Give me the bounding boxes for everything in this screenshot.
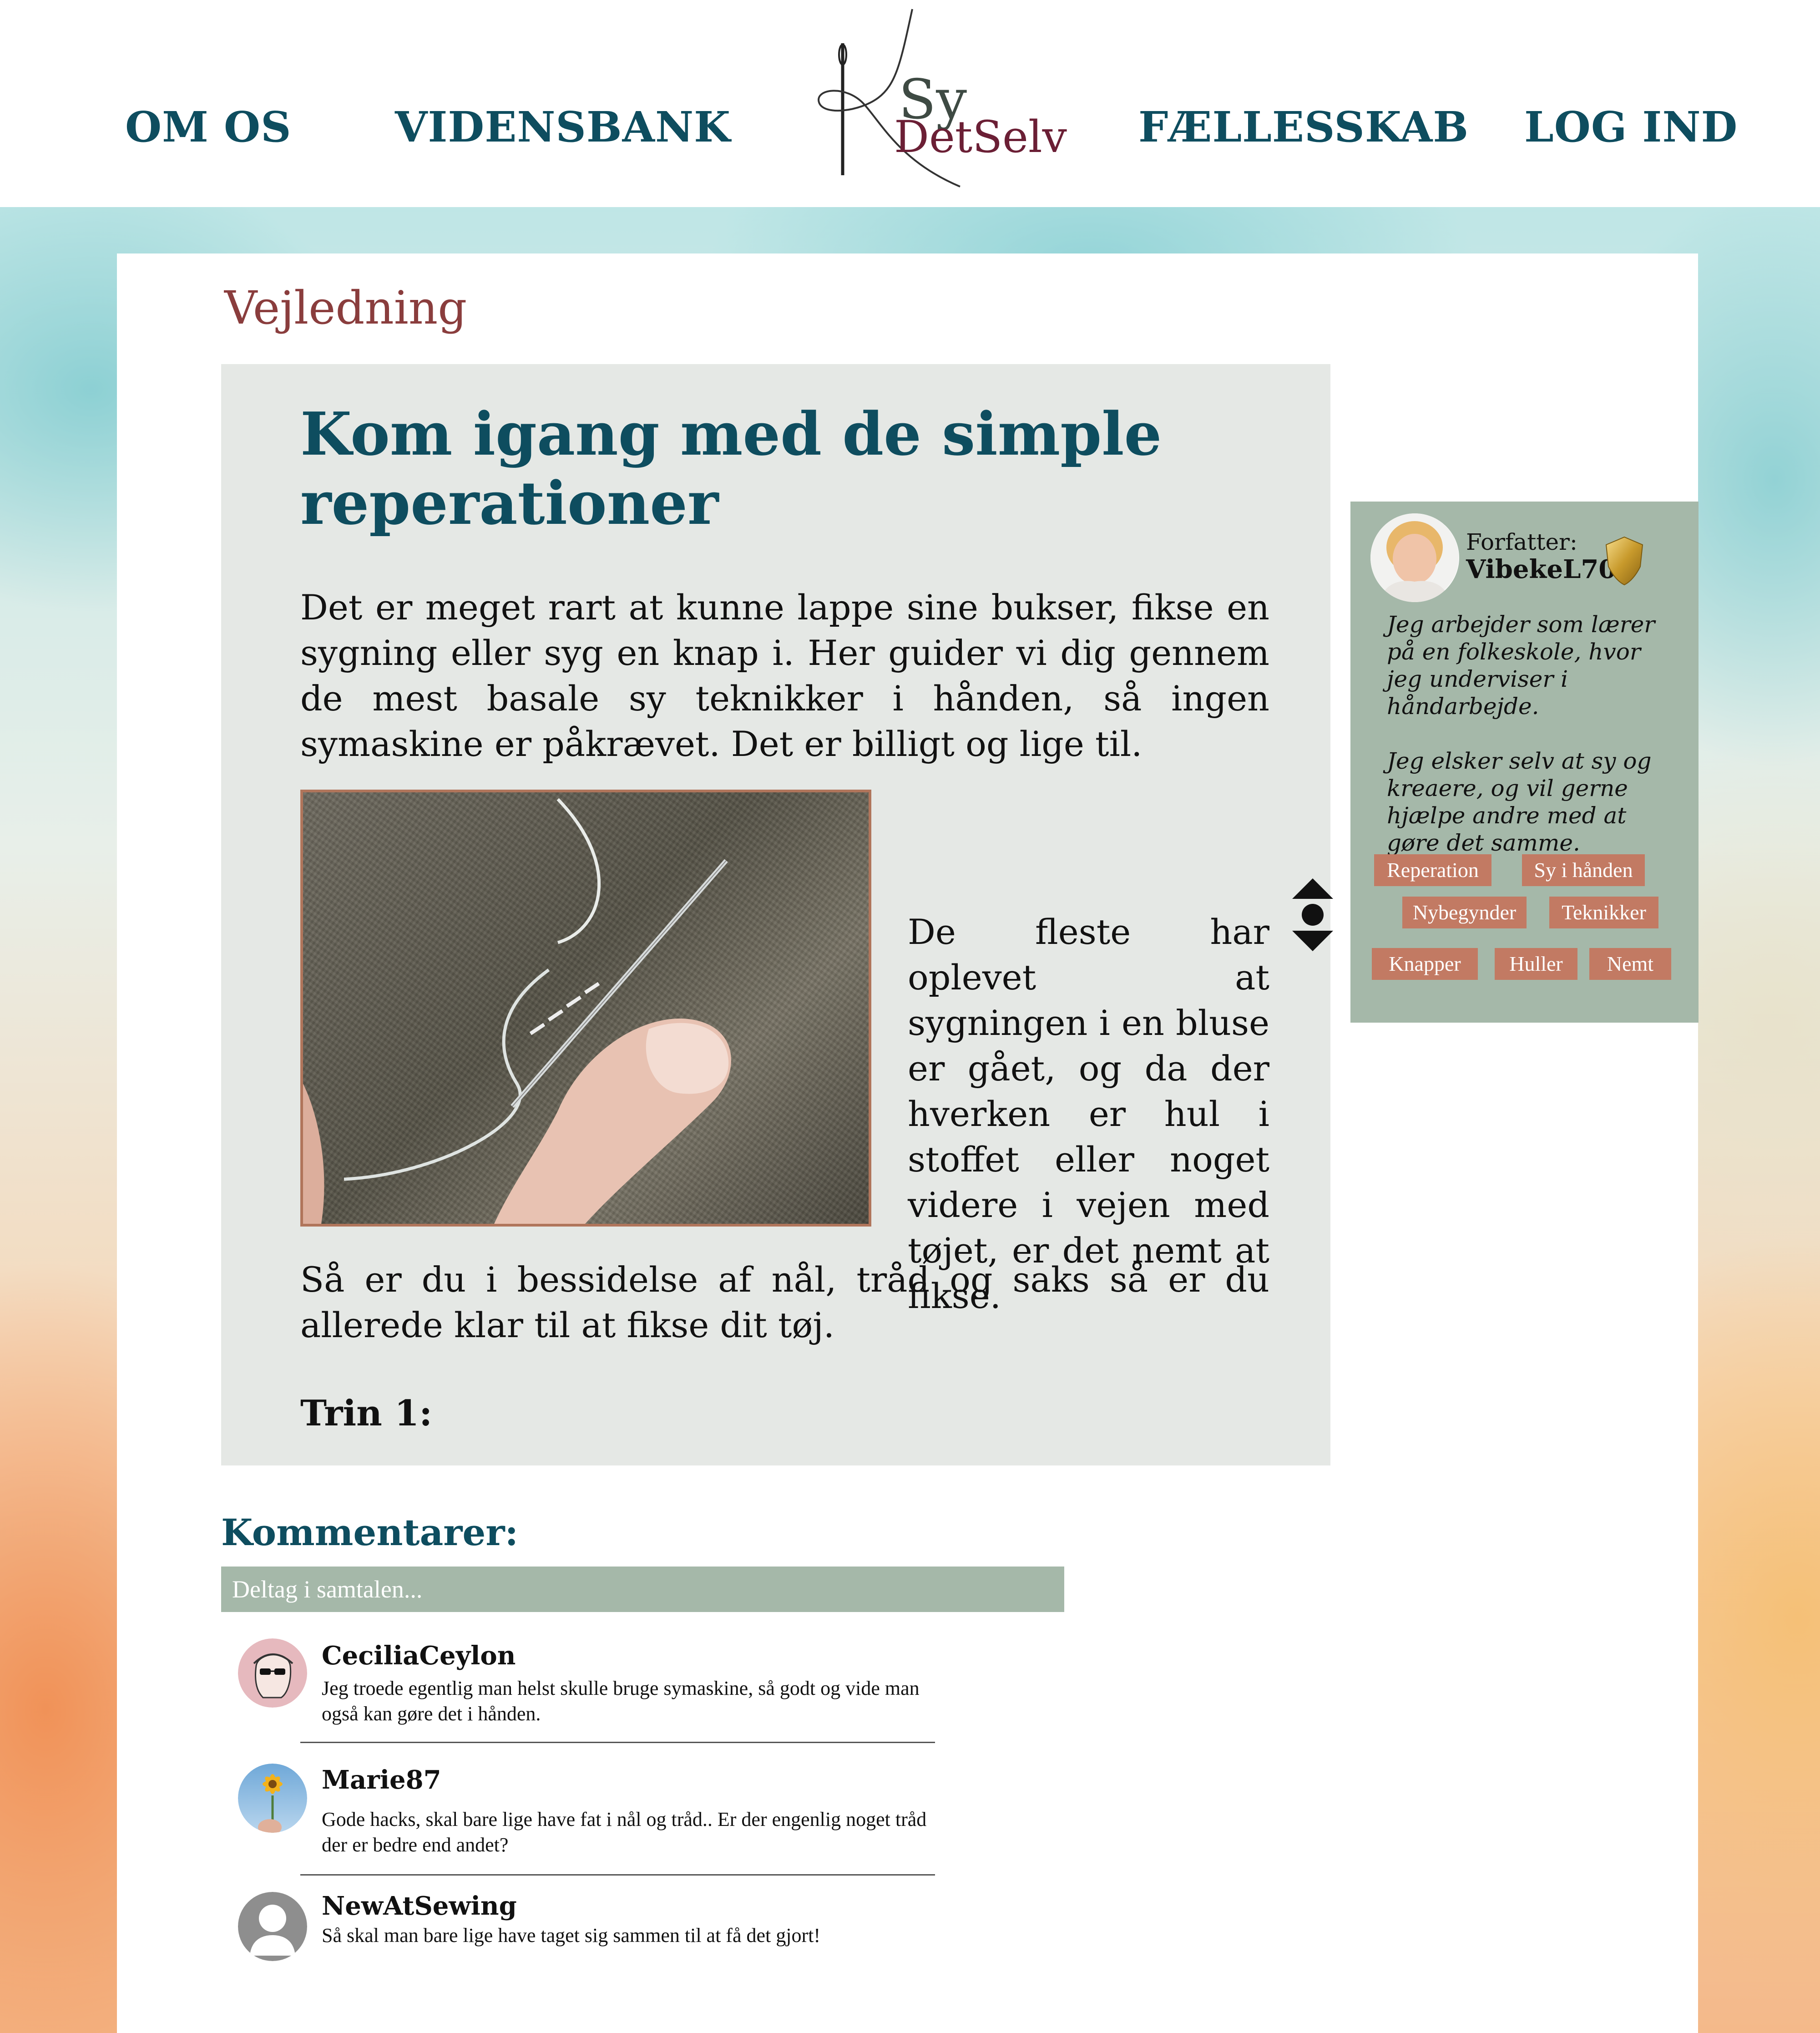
nav-log-ind[interactable]: LOG IND xyxy=(1524,102,1738,152)
tag-nybegynder[interactable]: Nybegynder xyxy=(1402,897,1527,928)
step-heading: Trin 1: xyxy=(300,1393,433,1434)
tag-reperation[interactable]: Reperation xyxy=(1374,854,1491,886)
scroll-control[interactable] xyxy=(1288,876,1338,953)
logo-detselv: DetSelv xyxy=(894,112,1067,162)
comment-username[interactable]: Marie87 xyxy=(322,1765,441,1795)
comment-avatar-marie87[interactable] xyxy=(238,1764,307,1833)
tag-teknikker[interactable]: Teknikker xyxy=(1549,897,1658,928)
comment-text: Gode hacks, skal bare lige have fat i nå… xyxy=(322,1808,927,1856)
comment-text: Så skal man bare lige have taget sig sam… xyxy=(322,1924,820,1947)
author-avatar[interactable] xyxy=(1370,513,1459,602)
nav-om-os[interactable]: OM OS xyxy=(125,102,292,152)
comment-input[interactable] xyxy=(221,1567,1064,1612)
author-label: Forfatter: xyxy=(1466,529,1577,555)
tag-sy-i-haanden[interactable]: Sy i hånden xyxy=(1522,854,1645,886)
gold-badge-icon xyxy=(1602,535,1647,587)
author-name[interactable]: VibekeL70 xyxy=(1466,554,1616,584)
scroll-up-down-icon[interactable] xyxy=(1288,876,1338,953)
tag-huller[interactable]: Huller xyxy=(1495,948,1577,980)
site-header: OM OS VIDENSBANK Sy DetSelv FÆLLESSKAB L… xyxy=(0,0,1820,207)
nav-faellesskab[interactable]: FÆLLESSKAB xyxy=(1138,102,1469,152)
author-bio: Jeg arbejder som lærer på en folkeskole,… xyxy=(1387,611,1655,856)
site-logo[interactable]: Sy DetSelv xyxy=(810,7,1067,193)
comment-divider xyxy=(300,1742,935,1743)
comment-avatar-ceciliaceylon[interactable] xyxy=(238,1638,307,1708)
needle-in-fabric-image xyxy=(303,798,731,1224)
article-intro: Det er meget rart at kunne lappe sine bu… xyxy=(300,587,1269,764)
tag-nemt[interactable]: Nemt xyxy=(1589,948,1671,980)
section-label: Vejledning xyxy=(224,281,467,335)
article-title: Kom igang med de simple reperationer xyxy=(300,399,1162,538)
tag-knapper[interactable]: Knapper xyxy=(1372,948,1478,980)
sewing-photo xyxy=(300,790,871,1227)
comment-username[interactable]: CeciliaCeylon xyxy=(322,1641,516,1671)
default-user-icon xyxy=(238,1892,307,1961)
article-outro: Så er du i bessidelse af nål, tråd og sa… xyxy=(300,1259,1269,1345)
comment-username[interactable]: NewAtSewing xyxy=(322,1891,517,1921)
nav-vidensbank[interactable]: VIDENSBANK xyxy=(395,102,731,152)
comments-title: Kommentarer: xyxy=(221,1511,519,1554)
comment-divider xyxy=(300,1874,935,1876)
comment-text: Jeg troede egentlig man helst skulle bru… xyxy=(322,1677,920,1725)
comment-avatar-newatsewing[interactable] xyxy=(238,1892,307,1961)
